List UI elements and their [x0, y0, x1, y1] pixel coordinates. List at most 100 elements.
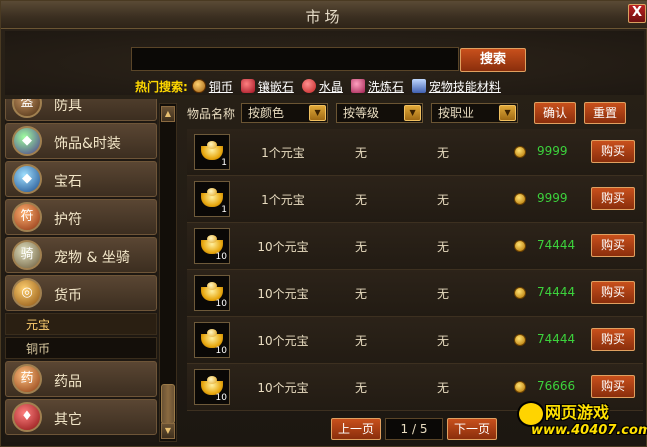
- scroll-down-arrow-icon[interactable]: ▼: [161, 423, 175, 439]
- item-name: 10个元宝: [257, 240, 309, 254]
- category-pet-mount[interactable]: 骑 宠物 & 坐骑: [5, 237, 157, 273]
- buy-button[interactable]: 购买: [591, 234, 635, 257]
- gold-coin-icon: [514, 240, 526, 252]
- item-price: 9999: [537, 191, 568, 205]
- hot-search-refine-stone[interactable]: 洗炼石: [350, 78, 404, 95]
- category-gem[interactable]: ◆ 宝石: [5, 161, 157, 197]
- subcategory-yuanbao[interactable]: 元宝: [5, 313, 157, 335]
- item-slot[interactable]: 10: [194, 369, 230, 405]
- category-label: 宝石: [54, 174, 82, 190]
- category-amulet[interactable]: 符 护符: [5, 199, 157, 235]
- accessory-icon: ◆: [12, 126, 42, 156]
- next-page-button[interactable]: 下一页: [447, 418, 497, 440]
- hot-search-inlay-stone[interactable]: 镶嵌石: [240, 78, 294, 95]
- crystal-icon: [301, 79, 316, 93]
- window-title: 市场: [305, 8, 344, 26]
- item-price: 74444: [537, 238, 576, 252]
- title-bar[interactable]: 市场 X: [1, 1, 647, 29]
- item-quantity: 10: [215, 346, 227, 356]
- gold-coin-icon: [514, 334, 526, 346]
- scroll-up-arrow-icon[interactable]: ▲: [161, 106, 175, 122]
- search-button[interactable]: 搜索: [460, 48, 526, 72]
- item-quantity: 10: [215, 393, 227, 403]
- item-color: 无: [354, 381, 367, 395]
- hot-search-pet-skill[interactable]: 宠物技能材料: [411, 78, 501, 95]
- prev-page-button[interactable]: 上一页: [331, 418, 381, 440]
- armor-icon: 盔: [12, 99, 42, 118]
- listing-table: 1 1个元宝 无 无 9999 购买 1 1个元宝 无 无 9999 购买 10: [187, 129, 643, 411]
- copper-coin-icon: [191, 79, 206, 93]
- item-color: 无: [354, 334, 367, 348]
- close-button[interactable]: X: [628, 4, 646, 23]
- sidebar-scrollbar[interactable]: ▲ ▼: [159, 103, 177, 442]
- gold-ingot-icon: [201, 188, 223, 207]
- confirm-button[interactable]: 确认: [534, 102, 577, 124]
- category-currency[interactable]: ◎ 货币: [5, 275, 157, 311]
- level-dropdown-value: 按等级: [343, 106, 380, 120]
- watermark-top-text: 网页游戏: [545, 403, 610, 422]
- red-gem-icon: [240, 79, 255, 93]
- category-label: 其它: [54, 412, 82, 428]
- listing-row[interactable]: 1 1个元宝 无 无 9999 购买: [187, 176, 643, 223]
- chevron-down-icon[interactable]: ▼: [309, 105, 327, 121]
- hot-search-crystal[interactable]: 水晶: [301, 78, 343, 95]
- category-medicine[interactable]: 药 药品: [5, 361, 157, 397]
- item-quantity: 10: [215, 252, 227, 262]
- gem-icon: ◆: [12, 164, 42, 194]
- buy-button[interactable]: 购买: [591, 281, 635, 304]
- category-label: 药品: [54, 374, 82, 390]
- category-accessory[interactable]: ◆ 饰品&时装: [5, 123, 157, 159]
- item-price: 76666: [537, 379, 576, 393]
- hot-search-label-2: 水晶: [318, 79, 343, 94]
- category-other[interactable]: ♦ 其它: [5, 399, 157, 435]
- item-name: 1个元宝: [261, 146, 305, 160]
- market-window: 市场 X 搜索 热门搜索: 铜币 镶嵌石 水晶 洗炼石 宠物技能材料 盔 防具 …: [0, 0, 647, 447]
- item-name: 10个元宝: [257, 287, 309, 301]
- class-dropdown[interactable]: 按职业 ▼: [431, 103, 519, 123]
- other-icon: ♦: [12, 402, 42, 432]
- item-name-label: 物品名称: [187, 106, 236, 121]
- category-label: 饰品&时装: [54, 136, 121, 152]
- refine-stone-icon: [350, 79, 365, 93]
- buy-button[interactable]: 购买: [591, 328, 635, 351]
- pagination: 上一页 1 / 5 下一页: [331, 417, 497, 441]
- color-dropdown[interactable]: 按颜色 ▼: [241, 103, 329, 123]
- item-slot[interactable]: 1: [194, 181, 230, 217]
- hot-search-label-1: 镶嵌石: [257, 79, 294, 94]
- buy-button[interactable]: 购买: [591, 140, 635, 163]
- chevron-down-icon[interactable]: ▼: [499, 105, 517, 121]
- item-price: 9999: [537, 144, 568, 158]
- color-dropdown-value: 按颜色: [248, 106, 285, 120]
- item-slot[interactable]: 10: [194, 228, 230, 264]
- listing-row[interactable]: 1 1个元宝 无 无 9999 购买: [187, 129, 643, 176]
- hot-search-copper[interactable]: 铜币: [191, 78, 233, 95]
- item-name: 10个元宝: [257, 381, 309, 395]
- listing-row[interactable]: 10 10个元宝 无 无 74444 购买: [187, 317, 643, 364]
- class-dropdown-value: 按职业: [438, 106, 475, 120]
- listing-row[interactable]: 10 10个元宝 无 无 74444 购买: [187, 270, 643, 317]
- reset-button[interactable]: 重置: [584, 102, 627, 124]
- item-quantity: 1: [221, 205, 227, 215]
- category-label: 宠物 & 坐骑: [54, 250, 130, 266]
- search-input[interactable]: [131, 47, 459, 71]
- item-name: 1个元宝: [261, 193, 305, 207]
- item-class: 无: [436, 240, 449, 254]
- category-label: 货币: [54, 288, 82, 304]
- hot-search-row: 热门搜索: 铜币 镶嵌石 水晶 洗炼石 宠物技能材料: [135, 78, 509, 94]
- subcategory-copper[interactable]: 铜币: [5, 337, 157, 359]
- buy-button[interactable]: 购买: [591, 187, 635, 210]
- category-armor[interactable]: 盔 防具: [5, 99, 157, 121]
- item-slot[interactable]: 10: [194, 275, 230, 311]
- medicine-icon: 药: [12, 364, 42, 394]
- gold-coin-icon: [514, 287, 526, 299]
- item-slot[interactable]: 1: [194, 134, 230, 170]
- listing-row[interactable]: 10 10个元宝 无 无 74444 购买: [187, 223, 643, 270]
- chevron-down-icon[interactable]: ▼: [404, 105, 422, 121]
- hot-search-label: 热门搜索:: [135, 79, 188, 94]
- item-slot[interactable]: 10: [194, 322, 230, 358]
- item-class: 无: [436, 381, 449, 395]
- pet-mount-icon: 骑: [12, 240, 42, 270]
- scroll-thumb[interactable]: [161, 384, 175, 424]
- level-dropdown[interactable]: 按等级 ▼: [336, 103, 424, 123]
- page-indicator: 1 / 5: [385, 418, 443, 440]
